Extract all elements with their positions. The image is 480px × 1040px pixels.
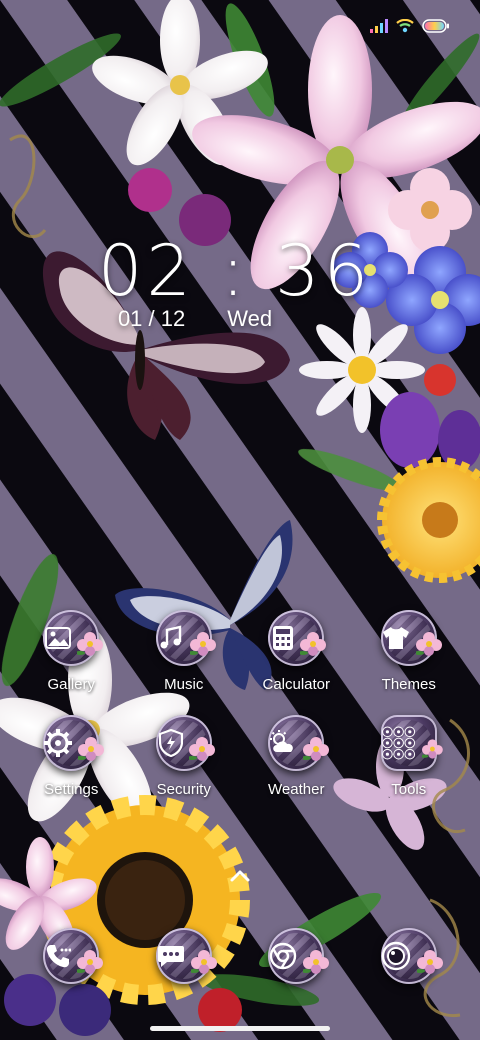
dock-browser[interactable]: [240, 928, 353, 984]
gallery-icon: [43, 610, 104, 666]
clock-date: 01 / 12: [117, 306, 186, 331]
app-security[interactable]: Security: [128, 715, 241, 798]
flower-badge-icon: [190, 950, 217, 974]
flower-badge-icon: [415, 632, 442, 656]
app-label: Calculator: [262, 676, 331, 693]
camera-icon: [380, 928, 443, 984]
shield-icon: [155, 715, 215, 771]
app-settings[interactable]: Settings: [15, 715, 128, 798]
gear-icon: [43, 715, 105, 771]
flower-badge-icon: [188, 737, 215, 761]
app-label: Music: [164, 676, 204, 693]
chevron-up-icon[interactable]: [225, 866, 255, 886]
app-gallery[interactable]: Gallery: [15, 610, 128, 693]
app-music[interactable]: Music: [128, 610, 241, 693]
clock-time: 02 : 36: [97, 230, 373, 312]
flower-badge-icon: [421, 739, 443, 759]
flower-badge-icon: [77, 950, 104, 974]
flower-badge-icon: [416, 950, 443, 974]
music-note-icon: [155, 610, 216, 666]
app-weather[interactable]: Weather: [240, 715, 353, 798]
weather-icon: [268, 715, 330, 771]
app-calculator[interactable]: Calculator: [240, 610, 353, 693]
app-label: Themes: [381, 676, 436, 693]
flower-badge-icon: [77, 632, 104, 656]
dock-camera[interactable]: [353, 928, 466, 984]
browser-icon: [268, 928, 330, 984]
app-grid: Gallery Music Calculator Themes Settings: [15, 610, 465, 798]
dock-phone[interactable]: [15, 928, 128, 984]
flower-badge-icon: [303, 737, 330, 761]
signal-icon: [370, 18, 388, 38]
flower-badge-icon: [78, 737, 105, 761]
calculator-icon: [268, 610, 327, 666]
wifi-icon: [396, 18, 414, 38]
date-row: 01 / 12 Wed: [0, 306, 435, 332]
phone-icon: [43, 928, 104, 984]
messages-icon: [155, 928, 217, 984]
home-indicator[interactable]: [150, 1026, 330, 1031]
app-label: Weather: [268, 781, 325, 798]
app-label: Gallery: [47, 676, 95, 693]
tools-folder-icon: [380, 715, 443, 771]
battery-icon: [422, 18, 450, 38]
tshirt-icon: [380, 610, 442, 666]
flower-badge-icon: [300, 632, 327, 656]
app-tools-folder[interactable]: Tools: [353, 715, 466, 798]
flower-badge-icon: [189, 632, 216, 656]
clock-widget[interactable]: 02 : 36 01 / 12 Wed: [0, 230, 480, 332]
app-label: Settings: [44, 781, 99, 798]
dock: [15, 928, 465, 984]
clock-weekday: Wed: [227, 306, 273, 331]
app-themes[interactable]: Themes: [353, 610, 466, 693]
flower-badge-icon: [303, 950, 330, 974]
status-bar: [370, 18, 450, 38]
app-label: Security: [156, 781, 211, 798]
dock-messages[interactable]: [128, 928, 241, 984]
app-label: Tools: [391, 781, 427, 798]
